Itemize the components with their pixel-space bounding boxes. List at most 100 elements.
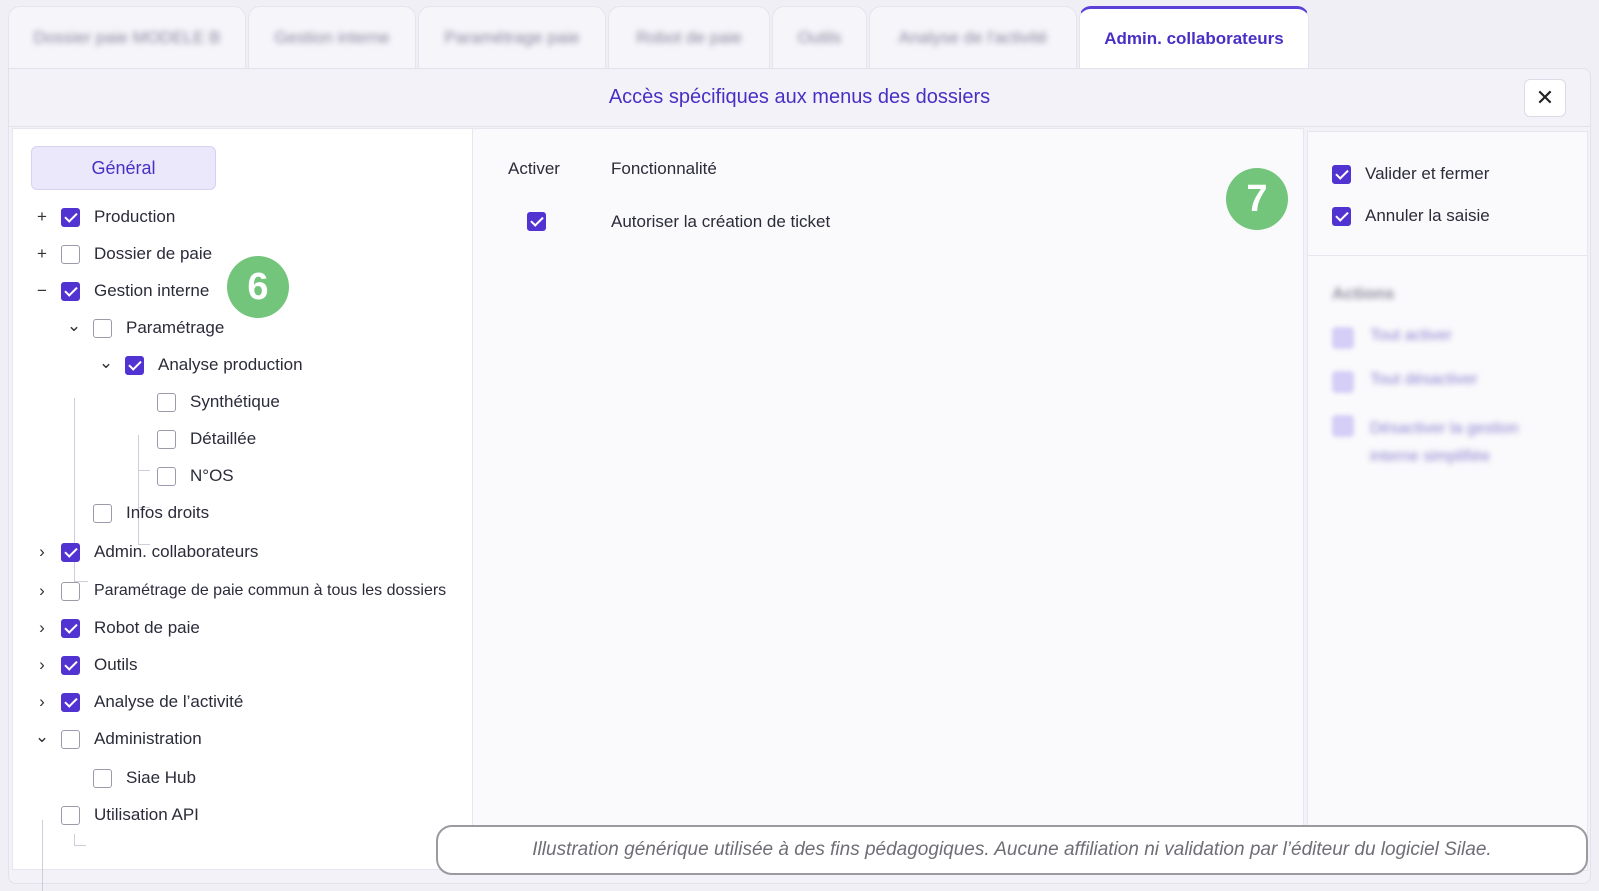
tree-item-parametrage-paie-commun[interactable]: Paramétrage de paie commun à tous les do… [61, 576, 446, 606]
uncheck-all-icon [1332, 371, 1354, 393]
tree-item-robot-de-paie[interactable]: Robot de paie [61, 613, 200, 643]
tree-connector [138, 435, 139, 545]
chevron-right-icon[interactable]: › [33, 613, 51, 643]
checkbox[interactable] [157, 392, 176, 412]
checkbox[interactable] [157, 429, 176, 449]
tree-item-label: Siae Hub [126, 768, 196, 787]
chevron-down-icon[interactable]: ⌄ [33, 722, 51, 752]
checkbox[interactable] [1332, 206, 1351, 226]
action-label: Tout activer [1370, 327, 1452, 344]
expand-plus-icon[interactable]: + [33, 239, 51, 269]
tree-item-analyse-production[interactable]: Analyse production [125, 350, 303, 380]
tree-item-label: Production [94, 207, 176, 226]
feature-checkbox[interactable] [527, 211, 546, 231]
tree-item-outils[interactable]: Outils [61, 650, 137, 680]
tree-connector [74, 845, 86, 846]
check-all-icon [1332, 327, 1354, 349]
feature-row[interactable] [527, 206, 560, 236]
checkbox[interactable] [61, 207, 80, 227]
access-panel: Accès spécifiques aux menus des dossiers… [8, 68, 1591, 891]
tab-parametrage-paie[interactable]: Paramétrage paie [418, 6, 606, 68]
checkbox[interactable] [61, 655, 80, 675]
tree-item-siae-hub[interactable]: Siae Hub [93, 763, 196, 793]
tree-item-gestion-interne[interactable]: Gestion interne [61, 276, 209, 306]
checkbox[interactable] [61, 618, 80, 638]
feature-panel: Activer Fonctionnalité Autoriser la créa… [472, 128, 1304, 870]
close-button[interactable]: ✕ [1524, 79, 1566, 117]
checkbox[interactable] [93, 768, 112, 788]
tree-item-utilisation-api[interactable]: Utilisation API [61, 800, 199, 830]
column-header-fonctionnalite: Fonctionnalité [611, 159, 717, 178]
step-badge-7: 7 [1226, 168, 1288, 230]
menu-tree-panel: Général + Production + Dossier de paie −… [12, 128, 472, 891]
tree-item-production[interactable]: Production [61, 202, 175, 232]
tree-item-analyse-activite[interactable]: Analyse de l’activité [61, 687, 243, 717]
chevron-right-icon[interactable]: › [33, 687, 51, 717]
divider [1308, 255, 1587, 256]
tab-label: Robot de paie [636, 27, 742, 47]
tree-item-nos[interactable]: N°OS [157, 461, 234, 491]
tree-item-label: Administration [94, 729, 202, 748]
action-tout-desactiver[interactable]: Tout désactiver [1332, 371, 1478, 393]
action-label: Désactiver la gestion interne simplifiée [1370, 420, 1519, 465]
checkbox[interactable] [61, 281, 80, 301]
options-panel: Valider et fermer Annuler la saisie Acti… [1307, 131, 1588, 871]
disable-icon [1332, 415, 1354, 437]
tree-item-label: Analyse production [158, 355, 303, 374]
checkbox[interactable] [61, 729, 80, 749]
tab-analyse-activite[interactable]: Analyse de l'activité [869, 6, 1077, 68]
tree-item-label: Gestion interne [94, 281, 210, 300]
step-badge-6: 6 [227, 256, 289, 318]
tree-item-detaillee[interactable]: Détaillée [157, 424, 256, 454]
option-valider-fermer[interactable]: Valider et fermer [1332, 159, 1489, 189]
option-label: Valider et fermer [1365, 164, 1490, 183]
chevron-right-icon[interactable]: › [33, 650, 51, 680]
checkbox[interactable] [61, 581, 80, 601]
tab-admin-collaborateurs[interactable]: Admin. collaborateurs [1079, 6, 1309, 68]
checkbox[interactable] [125, 355, 144, 375]
checkbox[interactable] [93, 503, 112, 523]
tree-connector [42, 820, 43, 891]
checkbox[interactable] [93, 318, 112, 338]
tree-item-label: Utilisation API [94, 805, 199, 824]
general-button[interactable]: Général [31, 146, 216, 190]
tree-item-parametrage[interactable]: Paramétrage [93, 313, 224, 343]
chevron-right-icon[interactable]: › [33, 576, 51, 606]
tree-item-label: Synthétique [190, 392, 280, 411]
tab-robot-de-paie[interactable]: Robot de paie [608, 6, 770, 68]
chevron-down-icon[interactable]: ⌄ [97, 348, 115, 378]
checkbox[interactable] [61, 692, 80, 712]
feature-label: Autoriser la création de ticket [611, 212, 831, 231]
tab-label: Analyse de l'activité [898, 27, 1048, 47]
expand-plus-icon[interactable]: + [33, 202, 51, 232]
tree-item-infos-droits[interactable]: Infos droits [93, 498, 209, 528]
option-annuler-saisie[interactable]: Annuler la saisie [1332, 201, 1490, 231]
tab-outils[interactable]: Outils [772, 6, 867, 68]
tab-dossier-paie[interactable]: Dossier paie MODELE B [8, 6, 246, 68]
tree-item-label: Dossier de paie [94, 244, 213, 263]
tree-item-label: Infos droits [126, 503, 210, 522]
tab-bar: Dossier paie MODELE B Gestion interne Pa… [8, 6, 1309, 68]
tree-item-label: Détaillée [190, 429, 257, 448]
action-desactiver-gestion[interactable]: Désactiver la gestion interne simplifiée [1332, 415, 1552, 471]
chevron-down-icon[interactable]: ⌄ [65, 311, 83, 341]
collapse-minus-icon[interactable]: − [33, 276, 51, 306]
tree-item-administration[interactable]: Administration [61, 724, 202, 754]
tree-item-label: Robot de paie [94, 618, 200, 637]
tab-label: Outils [797, 27, 842, 47]
tree-item-admin-collaborateurs[interactable]: Admin. collaborateurs [61, 537, 258, 567]
checkbox[interactable] [61, 244, 80, 264]
tree-connector [138, 470, 150, 471]
column-header-activer: Activer [508, 159, 560, 178]
action-tout-activer[interactable]: Tout activer [1332, 327, 1452, 349]
tab-label: Paramétrage paie [444, 27, 580, 47]
checkbox[interactable] [61, 805, 80, 825]
checkbox[interactable] [61, 542, 80, 562]
chevron-right-icon[interactable]: › [33, 537, 51, 567]
panel-title: Accès spécifiques aux menus des dossiers [9, 69, 1590, 127]
checkbox[interactable] [1332, 164, 1351, 184]
tree-item-dossier-de-paie[interactable]: Dossier de paie [61, 239, 212, 269]
tab-gestion-interne[interactable]: Gestion interne [248, 6, 416, 68]
tree-item-synthetique[interactable]: Synthétique [157, 387, 280, 417]
checkbox[interactable] [157, 466, 176, 486]
